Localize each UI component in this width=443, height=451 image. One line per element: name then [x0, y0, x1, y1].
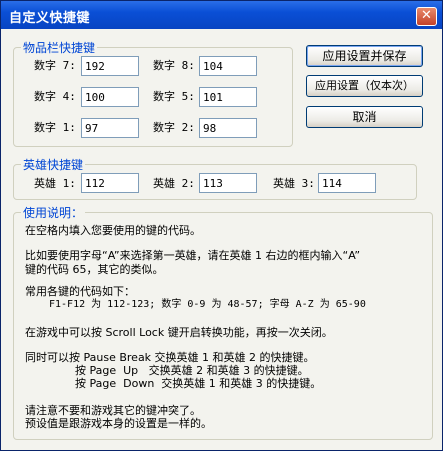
input-num7[interactable]: 192	[81, 56, 139, 76]
instruction-line: 按 Page Up 交换英雄 2 和英雄 3 的快捷键。	[75, 364, 309, 377]
title-bar[interactable]: 自定义快捷键 ✕	[1, 1, 442, 29]
apply-save-button[interactable]: 应用设置并保存	[306, 45, 423, 67]
instruction-line: 常用各键的代码如下：	[25, 285, 135, 298]
instruction-line: 按 Page Down 交换英雄 1 和英雄 3 的快捷键。	[75, 377, 322, 390]
instruction-line: 在游戏中可以按 Scroll Lock 键开启转换功能，再按一次关闭。	[25, 326, 333, 339]
label-num7: 数字 7:	[34, 59, 76, 72]
input-num5[interactable]: 101	[199, 87, 257, 107]
label-num2: 数字 2:	[153, 121, 195, 134]
input-hero1[interactable]: 112	[81, 173, 139, 193]
cancel-button[interactable]: 取消	[306, 106, 423, 128]
input-hero3[interactable]: 114	[318, 173, 376, 193]
instruction-line: 在空格内填入您要使用的键的代码。	[25, 224, 201, 237]
instruction-line: F1-F12 为 112-123; 数字 0-9 为 48-57; 字母 A-Z…	[49, 299, 366, 310]
instruction-line: 同时可以按 Pause Break 交换英雄 1 和英雄 2 的快捷键。	[25, 351, 315, 364]
hero-hotkeys-title: 英雄快捷键	[21, 156, 86, 173]
label-hero2: 英雄 2:	[153, 177, 195, 190]
label-num4: 数字 4:	[34, 90, 76, 103]
label-num8: 数字 8:	[153, 59, 195, 72]
instruction-line: 预设值是跟游戏本身的设置是一样的。	[25, 417, 212, 430]
item-hotkeys-title: 物品栏快捷键	[21, 39, 98, 56]
instruction-line: 比如要使用字母“A”来选择第一英雄，请在英雄 1 右边的框内输入“A”	[25, 249, 361, 262]
input-num4[interactable]: 100	[81, 87, 139, 107]
input-num1[interactable]: 97	[81, 118, 139, 138]
input-hero2[interactable]: 113	[199, 173, 257, 193]
window-title: 自定义快捷键	[9, 11, 91, 26]
hotkey-dialog: 自定义快捷键 ✕ 物品栏快捷键 数字 7: 192 数字 8: 104 数字 4…	[0, 0, 443, 451]
input-num8[interactable]: 104	[199, 56, 257, 76]
close-icon[interactable]: ✕	[416, 7, 437, 26]
label-num5: 数字 5:	[153, 90, 195, 103]
apply-once-button[interactable]: 应用设置（仅本次）	[306, 75, 423, 97]
input-num2[interactable]: 98	[199, 118, 257, 138]
label-num1: 数字 1:	[34, 121, 76, 134]
label-hero1: 英雄 1:	[34, 177, 76, 190]
instruction-line: 键的代码 65，其它的类似。	[25, 263, 164, 276]
instructions-title: 使用说明：	[21, 204, 86, 221]
label-hero3: 英雄 3:	[273, 177, 315, 190]
instruction-line: 请注意不要和游戏其它的键冲突了。	[25, 404, 201, 417]
